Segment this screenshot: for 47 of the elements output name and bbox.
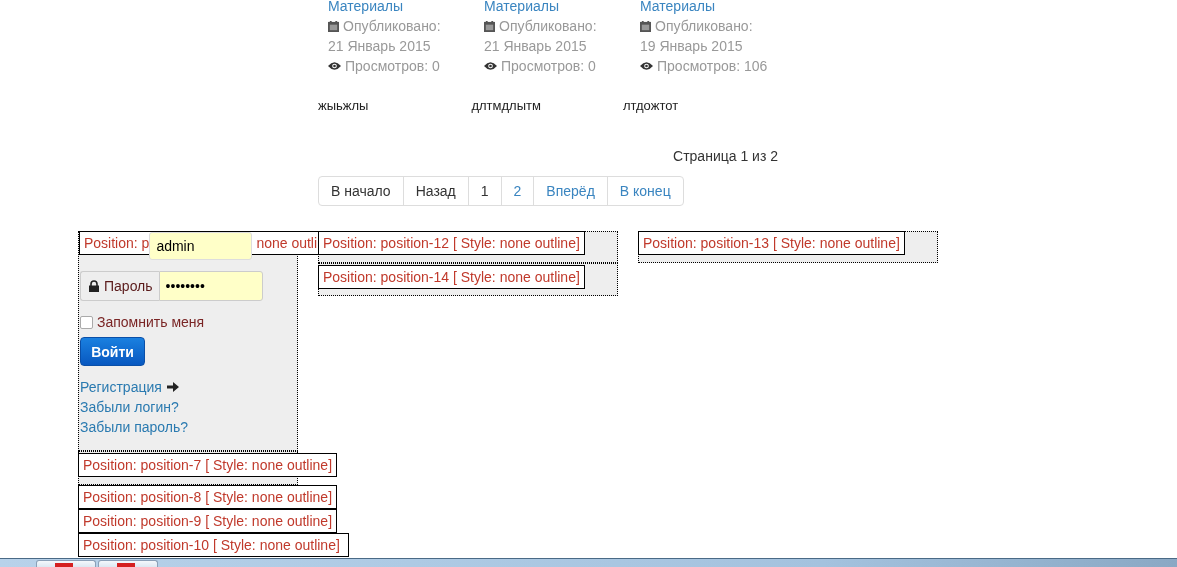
position-label: Position: position-9 [ Style: none outline] bbox=[78, 509, 338, 533]
published-label: Опубликовано: bbox=[343, 17, 441, 36]
position-label: Position: position-12 [ Style: none outline] bbox=[318, 231, 585, 255]
page-counter: Страница 1 из 2 bbox=[673, 148, 778, 164]
pagination-link[interactable]: 2 bbox=[500, 177, 534, 205]
calendar-icon bbox=[640, 20, 651, 32]
taskbar-button[interactable] bbox=[36, 560, 96, 567]
remember-checkbox[interactable] bbox=[80, 315, 93, 329]
position-label: Position: position-13 [ Style: none outline] bbox=[638, 231, 905, 255]
password-field[interactable]: •••••••• bbox=[158, 271, 263, 301]
lock-icon bbox=[89, 280, 99, 292]
article-title: жыьжлы bbox=[318, 97, 369, 115]
position-label: Position: position-8 [ Style: none outline] bbox=[78, 485, 338, 509]
username-field[interactable]: admin bbox=[149, 232, 253, 260]
login-link[interactable]: Забыли логин? bbox=[80, 397, 179, 417]
eye-icon bbox=[484, 61, 497, 71]
position-label: Position: position-10 [ Style: none outline] bbox=[78, 533, 349, 557]
publish-date: 21 Январь 2015 bbox=[328, 37, 431, 56]
right-arrow-icon bbox=[166, 382, 179, 392]
pagination-link[interactable]: В конец bbox=[606, 177, 683, 205]
pagination-link[interactable]: Вперёд bbox=[533, 177, 607, 205]
eye-icon bbox=[328, 61, 341, 71]
eye-icon bbox=[640, 61, 653, 71]
login-button[interactable]: Войти bbox=[80, 337, 145, 366]
position-label: Position: position-14 [ Style: none outline] bbox=[318, 265, 585, 289]
taskbar-button[interactable] bbox=[98, 560, 158, 567]
category-link[interactable]: Материалы bbox=[640, 0, 715, 16]
remember-label: Запомнить меня bbox=[97, 314, 205, 330]
published-label: Опубликовано: bbox=[499, 17, 597, 36]
views-count: Просмотров: 0 bbox=[501, 57, 596, 76]
position-label-text: none outli bbox=[256, 234, 318, 253]
position-label-text: Position: p bbox=[84, 234, 150, 253]
article-title: лтдожтот bbox=[622, 97, 679, 115]
calendar-icon bbox=[484, 20, 495, 32]
article-title: длтмдлытм bbox=[471, 97, 541, 115]
position-label: Position: position-7 [ Style: none outline] bbox=[78, 453, 338, 477]
views-count: Просмотров: 0 bbox=[345, 57, 440, 76]
views-count: Просмотров: 106 bbox=[657, 57, 768, 76]
password-label: Пароль bbox=[80, 271, 159, 301]
login-link[interactable]: Регистрация bbox=[80, 377, 162, 397]
category-link[interactable]: Материалы bbox=[484, 0, 559, 16]
login-link[interactable]: Забыли пароль? bbox=[80, 417, 189, 437]
publish-date: 19 Январь 2015 bbox=[640, 37, 743, 56]
published-label: Опубликовано: bbox=[655, 17, 753, 36]
calendar-icon bbox=[328, 20, 339, 32]
category-link[interactable]: Материалы bbox=[328, 0, 403, 16]
publish-date: 21 Январь 2015 bbox=[484, 37, 587, 56]
